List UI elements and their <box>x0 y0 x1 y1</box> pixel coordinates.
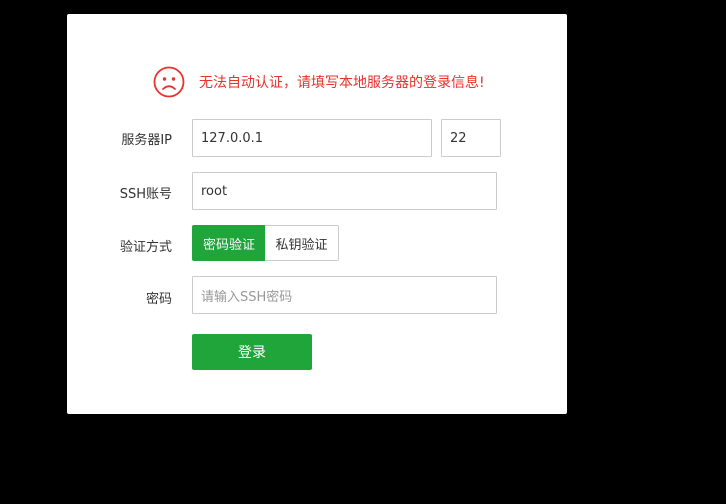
ssh-account-input[interactable]: root <box>192 172 497 210</box>
auth-failed-alert: 无法自动认证，请填写本地服务器的登录信息! <box>153 66 485 98</box>
login-button[interactable]: 登录 <box>192 334 312 370</box>
port-input[interactable]: 22 <box>441 119 501 157</box>
sad-face-icon <box>153 66 185 98</box>
auth-method-label: 验证方式 <box>119 240 172 255</box>
password-input[interactable]: 请输入SSH密码 <box>192 276 497 314</box>
ssh-login-dialog: 无法自动认证，请填写本地服务器的登录信息! 服务器IP 127.0.0.1 22… <box>67 14 567 414</box>
password-auth-option[interactable]: 密码验证 <box>192 225 266 261</box>
alert-message: 无法自动认证，请填写本地服务器的登录信息! <box>199 75 485 91</box>
ssh-account-label: SSH账号 <box>119 187 172 202</box>
server-ip-label: 服务器IP <box>121 133 172 148</box>
private-key-auth-option[interactable]: 私钥验证 <box>265 225 339 261</box>
password-label: 密码 <box>145 292 172 307</box>
server-ip-input[interactable]: 127.0.0.1 <box>192 119 432 157</box>
